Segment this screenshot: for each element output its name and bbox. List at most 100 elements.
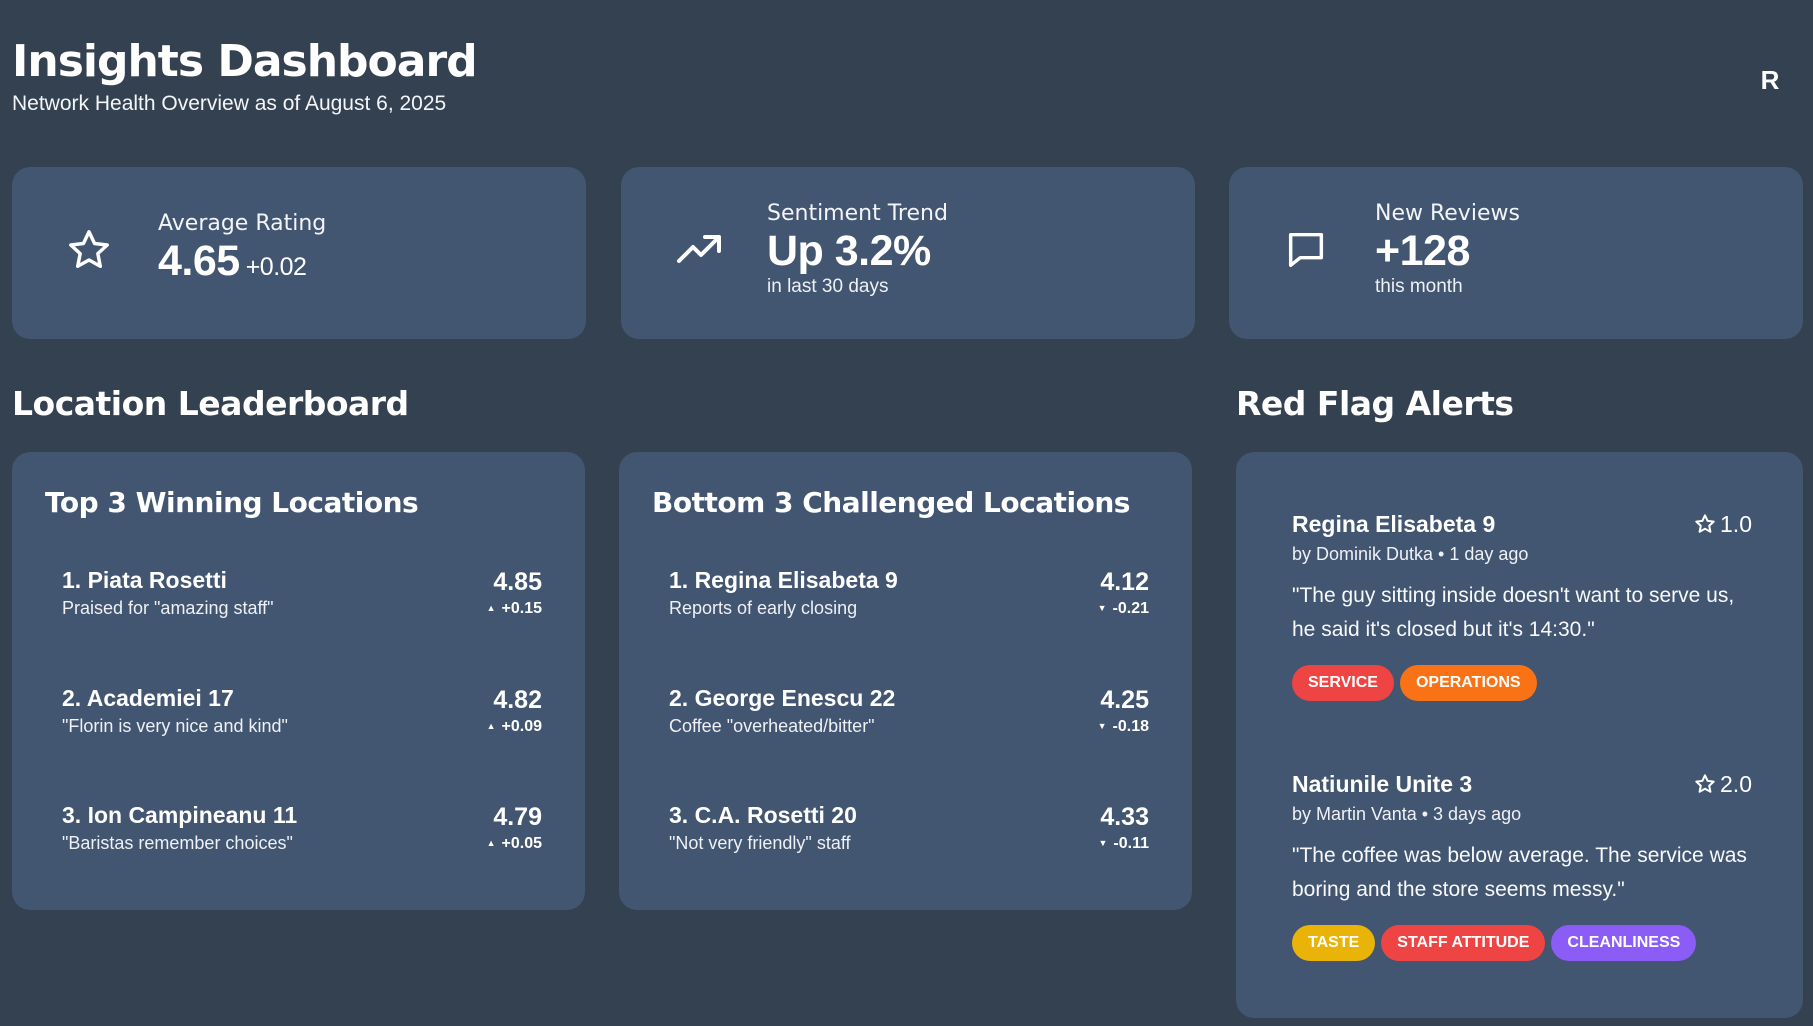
location-score: 4.79 ▲ +0.05 (487, 801, 542, 853)
arrow-up-icon: ▲ (486, 721, 496, 731)
score-value: 4.33 (1100, 803, 1149, 831)
delta-value: +0.09 (501, 718, 542, 735)
location-name: 3. Ion Campineanu 11 (62, 802, 298, 828)
stat-text: New Reviews +128 this month (1375, 201, 1520, 298)
stat-label: Average Rating (158, 211, 327, 236)
leaderboard-title: Location Leaderboard (12, 384, 409, 423)
location-score: 4.25 ▼ -0.18 (1098, 684, 1149, 736)
arrow-down-icon: ▼ (1098, 838, 1108, 848)
tag-staff-attitude[interactable]: STAFF ATTITUDE (1381, 925, 1546, 961)
arrow-down-icon: ▼ (1097, 603, 1107, 613)
delta-value: -0.18 (1112, 718, 1149, 735)
alert-rating: 2.0 (1694, 770, 1752, 801)
location-note: "Florin is very nice and kind" (62, 716, 288, 736)
location-score: 4.33 ▼ -0.11 (1098, 801, 1149, 853)
score-value: 4.12 (1100, 568, 1149, 596)
score-value: 4.85 (493, 568, 542, 596)
stat-sub: this month (1375, 276, 1463, 297)
stat-sub: in last 30 days (767, 276, 889, 297)
stat-card-new-reviews: New Reviews +128 this month (1229, 167, 1803, 339)
tag-list: SERVICE OPERATIONS (1292, 665, 1752, 701)
stat-value: 4.65 +0.02 (158, 236, 326, 292)
alert-rating: 1.0 (1694, 510, 1752, 541)
list-item[interactable]: 2. Academiei 17 "Florin is very nice and… (62, 684, 542, 744)
star-outline-icon (1694, 513, 1716, 541)
rating-value: 2.0 (1720, 771, 1752, 797)
location-score: 4.12 ▼ -0.21 (1098, 566, 1149, 618)
delta-value: -0.21 (1112, 600, 1149, 617)
location-note: Reports of early closing (669, 598, 858, 618)
star-icon (66, 227, 116, 277)
location-note: "Not very friendly" staff (669, 833, 851, 853)
list-item[interactable]: 1. Piata Rosetti Praised for "amazing st… (62, 566, 542, 626)
score-delta: ▼ -0.21 (1098, 600, 1149, 618)
alert-card[interactable]: Regina Elisabeta 9 1.0 by Dominik Dutka … (1292, 510, 1752, 701)
list-item[interactable]: 3. C.A. Rosetti 20 "Not very friendly" s… (669, 801, 1149, 861)
location-name: 2. George Enescu 22 (669, 685, 896, 711)
alert-meta: by Martin Vanta • 3 days ago (1292, 804, 1522, 824)
stat-value: +128 (1375, 227, 1470, 275)
score-delta: ▲ +0.05 (487, 835, 542, 853)
page-title: Insights Dashboard (12, 36, 478, 87)
score-delta: ▼ -0.18 (1098, 718, 1149, 736)
message-icon (1283, 227, 1333, 277)
stat-label: Sentiment Trend (767, 201, 948, 226)
score-delta: ▲ +0.09 (487, 718, 542, 736)
location-name: 2. Academiei 17 (62, 685, 234, 711)
dashboard-page: Insights Dashboard Network Health Overvi… (0, 0, 1813, 1026)
page-subtitle: Network Health Overview as of August 6, … (12, 92, 447, 115)
location-note: Coffee "overheated/bitter" (669, 716, 875, 736)
bottom-locations-panel: Bottom 3 Challenged Locations 1. Regina … (619, 452, 1192, 910)
alert-quote: "The coffee was below average. The servi… (1292, 844, 1747, 901)
location-score: 4.82 ▲ +0.09 (487, 684, 542, 736)
stat-text: Average Rating 4.65 +0.02 (158, 211, 326, 292)
stat-text: Sentiment Trend Up 3.2% in last 30 days (767, 201, 948, 298)
alert-location: Regina Elisabeta 9 (1292, 511, 1496, 537)
score-value: 4.25 (1100, 686, 1149, 714)
stat-card-average-rating: Average Rating 4.65 +0.02 (12, 167, 586, 339)
alert-location: Natiunile Unite 3 (1292, 771, 1473, 797)
location-name: 3. C.A. Rosetti 20 (669, 802, 857, 828)
delta-value: +0.05 (501, 835, 542, 852)
list-item[interactable]: 3. Ion Campineanu 11 "Baristas remember … (62, 801, 542, 861)
location-note: Praised for "amazing staff" (62, 598, 274, 618)
rating-value: 1.0 (1720, 511, 1752, 537)
score-value: 4.79 (493, 803, 542, 831)
panel-title: Top 3 Winning Locations (45, 486, 419, 519)
arrow-down-icon: ▼ (1097, 721, 1107, 731)
score-delta: ▼ -0.11 (1098, 835, 1149, 853)
tag-taste[interactable]: TASTE (1292, 925, 1376, 961)
list-item[interactable]: 2. George Enescu 22 Coffee "overheated/b… (669, 684, 1149, 744)
list-item[interactable]: 1. Regina Elisabeta 9 Reports of early c… (669, 566, 1149, 626)
arrow-up-icon: ▲ (486, 838, 496, 848)
avatar[interactable]: R (1740, 60, 1800, 100)
star-outline-icon (1694, 773, 1716, 801)
page-header: Insights Dashboard Network Health Overvi… (12, 36, 478, 116)
alert-meta: by Dominik Dutka • 1 day ago (1292, 544, 1529, 564)
red-flag-alerts-panel: Regina Elisabeta 9 1.0 by Dominik Dutka … (1236, 452, 1803, 1018)
stat-label: New Reviews (1375, 201, 1520, 226)
stat-value: Up 3.2% (767, 227, 931, 275)
top-locations-panel: Top 3 Winning Locations 1. Piata Rosetti… (12, 452, 585, 910)
alerts-title: Red Flag Alerts (1236, 384, 1514, 423)
tag-service[interactable]: SERVICE (1292, 665, 1394, 701)
tag-cleanliness[interactable]: CLEANLINESS (1551, 925, 1697, 961)
location-score: 4.85 ▲ +0.15 (487, 566, 542, 618)
panel-title: Bottom 3 Challenged Locations (652, 486, 1130, 519)
tag-list: TASTE STAFF ATTITUDE CLEANLINESS (1292, 925, 1752, 961)
arrow-up-icon: ▲ (486, 603, 496, 613)
stat-delta: +0.02 (245, 253, 307, 281)
location-name: 1. Regina Elisabeta 9 (669, 567, 898, 593)
trending-up-icon (675, 227, 725, 277)
score-value: 4.82 (493, 686, 542, 714)
location-note: "Baristas remember choices" (62, 833, 293, 853)
tag-operations[interactable]: OPERATIONS (1399, 665, 1537, 701)
alert-quote: "The guy sitting inside doesn't want to … (1292, 584, 1735, 641)
alert-card[interactable]: Natiunile Unite 3 2.0 by Martin Vanta • … (1292, 770, 1752, 961)
stat-number: 4.65 (158, 237, 240, 285)
stat-card-sentiment-trend: Sentiment Trend Up 3.2% in last 30 days (621, 167, 1195, 339)
score-delta: ▲ +0.15 (487, 600, 542, 618)
delta-value: +0.15 (501, 600, 542, 617)
delta-value: -0.11 (1113, 835, 1149, 852)
location-name: 1. Piata Rosetti (62, 567, 227, 593)
